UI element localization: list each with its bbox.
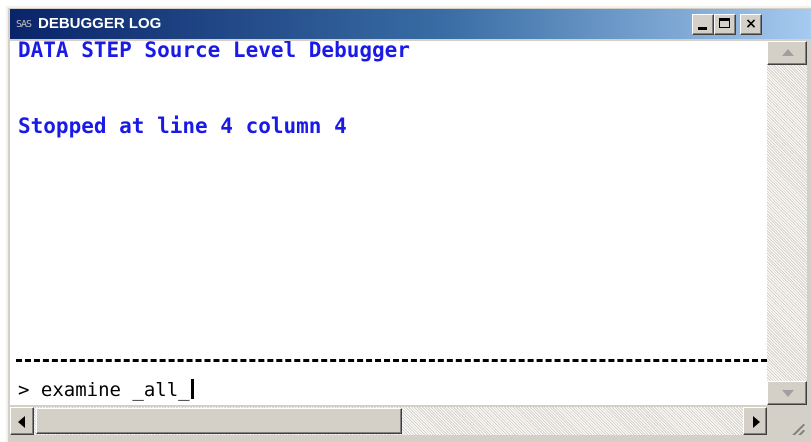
scroll-down-button[interactable] xyxy=(767,381,807,405)
command-line-input[interactable]: > examine _all_ xyxy=(18,377,194,403)
horizontal-scroll-thumb[interactable] xyxy=(36,408,402,434)
command-separator xyxy=(16,359,767,362)
arrow-down-icon xyxy=(782,390,794,397)
log-output-area[interactable]: DATA STEP Source Level Debugger Stopped … xyxy=(10,41,767,405)
command-text[interactable]: examine _all_ xyxy=(41,379,190,401)
scroll-up-button[interactable] xyxy=(767,41,807,65)
horizontal-scrollbar[interactable] xyxy=(10,407,767,435)
command-prompt: > xyxy=(18,379,41,401)
sas-app-icon[interactable]: SAS xyxy=(16,18,32,32)
text-cursor xyxy=(190,379,194,399)
arrow-left-icon xyxy=(18,416,25,428)
close-icon: × xyxy=(745,16,757,32)
scroll-left-button[interactable] xyxy=(10,407,34,435)
close-button[interactable]: × xyxy=(740,14,762,35)
scroll-right-button[interactable] xyxy=(743,407,767,435)
window-title: DEBUGGER LOG xyxy=(38,15,162,32)
title-bar[interactable]: SAS DEBUGGER LOG × xyxy=(10,9,811,39)
log-line-title: DATA STEP Source Level Debugger xyxy=(18,41,410,62)
minimize-button[interactable] xyxy=(692,14,714,35)
arrow-up-icon xyxy=(782,49,794,56)
maximize-icon xyxy=(719,18,730,28)
resize-grip-icon[interactable] xyxy=(767,407,807,435)
debugger-log-window: SAS DEBUGGER LOG × DATA STEP Source Leve… xyxy=(6,6,811,442)
maximize-button[interactable] xyxy=(714,14,736,35)
arrow-right-icon xyxy=(753,416,760,428)
minimize-icon xyxy=(698,27,707,30)
log-line-status: Stopped at line 4 column 4 xyxy=(18,114,347,138)
vertical-scrollbar[interactable] xyxy=(767,41,807,405)
